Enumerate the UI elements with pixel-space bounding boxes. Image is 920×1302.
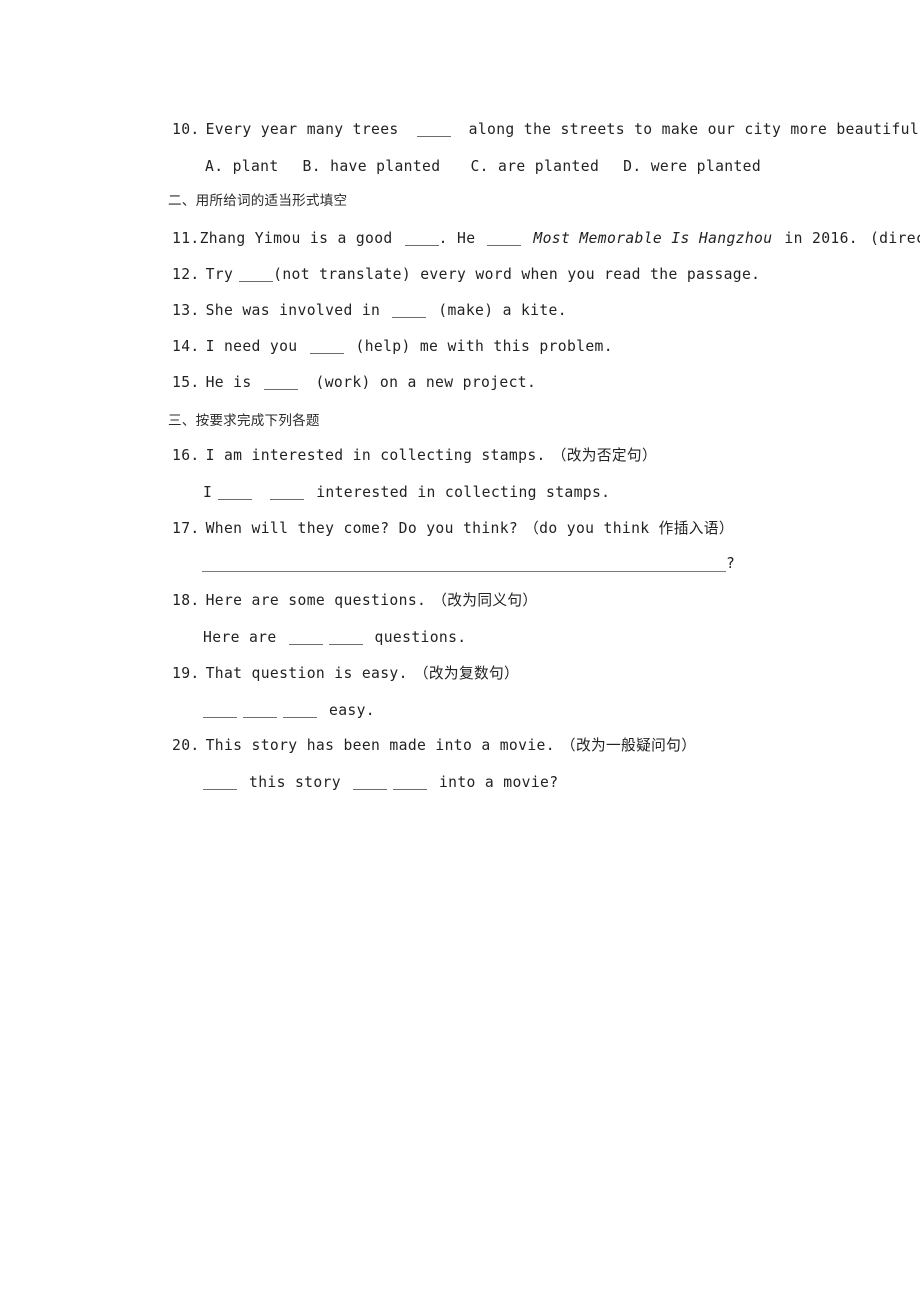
question-18-blank-1 xyxy=(288,644,323,645)
question-18-answer-after: questions. xyxy=(374,629,467,646)
question-13: 13. She was involved in (make) a kite. xyxy=(172,301,567,321)
question-13-part1: She was involved in xyxy=(205,302,381,319)
question-16-blank-2 xyxy=(270,499,305,500)
question-11-blank-1 xyxy=(404,245,439,246)
question-17-question-mark: ? xyxy=(726,555,735,572)
question-11-part3: in 2016. xyxy=(784,230,858,247)
question-13-number: 13. xyxy=(172,302,200,319)
section-three-heading: 三、按要求完成下列各题 xyxy=(168,413,320,429)
question-16-instruction: （改为否定句） xyxy=(551,447,657,464)
question-16-answer-after: interested in collecting stamps. xyxy=(316,484,611,501)
question-11-cue: (direct) xyxy=(869,230,920,247)
question-17-stem: 17. When will they come? Do you think? （do… xyxy=(172,519,734,539)
section-two-heading: 二、用所给词的适当形式填空 xyxy=(168,193,348,209)
question-15-number: 15. xyxy=(172,374,200,391)
question-20-answer-part2: into a movie? xyxy=(438,774,559,791)
question-20-blank-1 xyxy=(203,789,237,790)
question-19-answer-line: easy. xyxy=(203,701,375,721)
question-12: 12. Try (not translate) every word when yo… xyxy=(172,265,760,285)
question-18-stem: 18. Here are some questions. （改为同义句） xyxy=(172,591,537,611)
question-14-number: 14. xyxy=(172,338,200,355)
worksheet-page: 10. Every year many trees along the street… xyxy=(0,0,920,1302)
question-16-answer-line: Iinterested in collecting stamps. xyxy=(203,483,610,503)
question-15-blank xyxy=(263,389,298,390)
question-18-text: Here are some questions. xyxy=(205,592,427,609)
question-10-number: 10. xyxy=(172,121,200,138)
question-10-stem: 10. Every year many trees along the street… xyxy=(172,120,920,140)
question-16-answer-before: I xyxy=(203,484,213,501)
question-14: 14. I need you (help) me with this problem… xyxy=(172,337,613,357)
question-15: 15. He is (work) on a new project. xyxy=(172,373,536,393)
question-18-instruction: （改为同义句） xyxy=(432,592,538,609)
question-19-text: That question is easy. xyxy=(205,665,408,682)
question-12-part2: (not translate) every word when you read… xyxy=(273,266,761,283)
question-19-blank-2 xyxy=(243,717,277,718)
question-10-option-b: B. have planted xyxy=(302,158,441,175)
question-20-instruction: （改为一般疑问句） xyxy=(560,737,697,754)
question-10-option-c: C. are planted xyxy=(470,158,600,175)
question-11-blank-2 xyxy=(487,245,522,246)
question-17-text: When will they come? Do you think? xyxy=(205,520,519,537)
question-20-answer-line: this story into a movie? xyxy=(203,773,558,793)
question-16-blank-1 xyxy=(218,499,253,500)
question-15-part2: (work) on a new project. xyxy=(315,374,537,391)
question-18-blank-2 xyxy=(328,644,363,645)
question-19-instruction: （改为复数句） xyxy=(413,665,520,682)
question-19-blank-3 xyxy=(283,717,317,718)
question-17-answer-blank xyxy=(202,571,726,572)
question-11: 11.Zhang Yimou is a good . He Most Memorab… xyxy=(172,229,920,249)
question-15-part1: He is xyxy=(205,374,252,391)
question-12-part1: Try xyxy=(205,266,234,283)
question-10-option-a: A. plant xyxy=(205,158,279,175)
question-17-instruction: （do you think 作插入语） xyxy=(524,520,734,537)
question-13-blank xyxy=(392,317,427,318)
question-14-part2: (help) me with this problem. xyxy=(355,338,613,355)
question-14-blank xyxy=(309,353,344,354)
question-11-number: 11. xyxy=(172,230,200,247)
question-19-answer-after: easy. xyxy=(329,702,375,719)
question-10-option-d: D. were planted xyxy=(623,158,762,175)
question-11-part1: Zhang Yimou is a good xyxy=(199,230,393,247)
question-18-answer-before: Here are xyxy=(203,629,277,646)
question-10-options: A. plant B. have planted C. are planted D. … xyxy=(205,157,761,177)
question-10-text-before: Every year many trees xyxy=(205,121,399,138)
question-19-number: 19. xyxy=(172,665,200,682)
question-18-answer-line: Here are questions. xyxy=(203,628,466,648)
question-20-stem: 20. This story has been made into a movie… xyxy=(172,736,696,756)
question-17-number: 17. xyxy=(172,520,200,537)
question-10-blank xyxy=(416,136,451,137)
question-10-text-after: along the streets to make our city more … xyxy=(468,121,920,138)
question-19-stem: 19. That question is easy. （改为复数句） xyxy=(172,664,519,684)
question-11-part2: . He xyxy=(438,230,476,247)
question-12-number: 12. xyxy=(172,266,200,283)
question-12-blank xyxy=(239,281,274,282)
question-20-blank-2 xyxy=(352,789,387,790)
question-11-italic-title: Most Memorable Is Hangzhou xyxy=(533,230,773,247)
question-16-stem: 16. I am interested in collecting stamps.… xyxy=(172,446,657,466)
question-20-answer-part1: this story xyxy=(249,774,341,791)
question-16-text: I am interested in collecting stamps. xyxy=(205,447,546,464)
question-20-blank-3 xyxy=(392,789,427,790)
question-16-number: 16. xyxy=(172,447,200,464)
question-14-part1: I need you xyxy=(205,338,298,355)
question-20-number: 20. xyxy=(172,737,200,754)
question-20-text: This story has been made into a movie. xyxy=(205,737,555,754)
question-18-number: 18. xyxy=(172,592,200,609)
question-13-part2: (make) a kite. xyxy=(438,302,567,319)
question-19-blank-1 xyxy=(203,717,237,718)
